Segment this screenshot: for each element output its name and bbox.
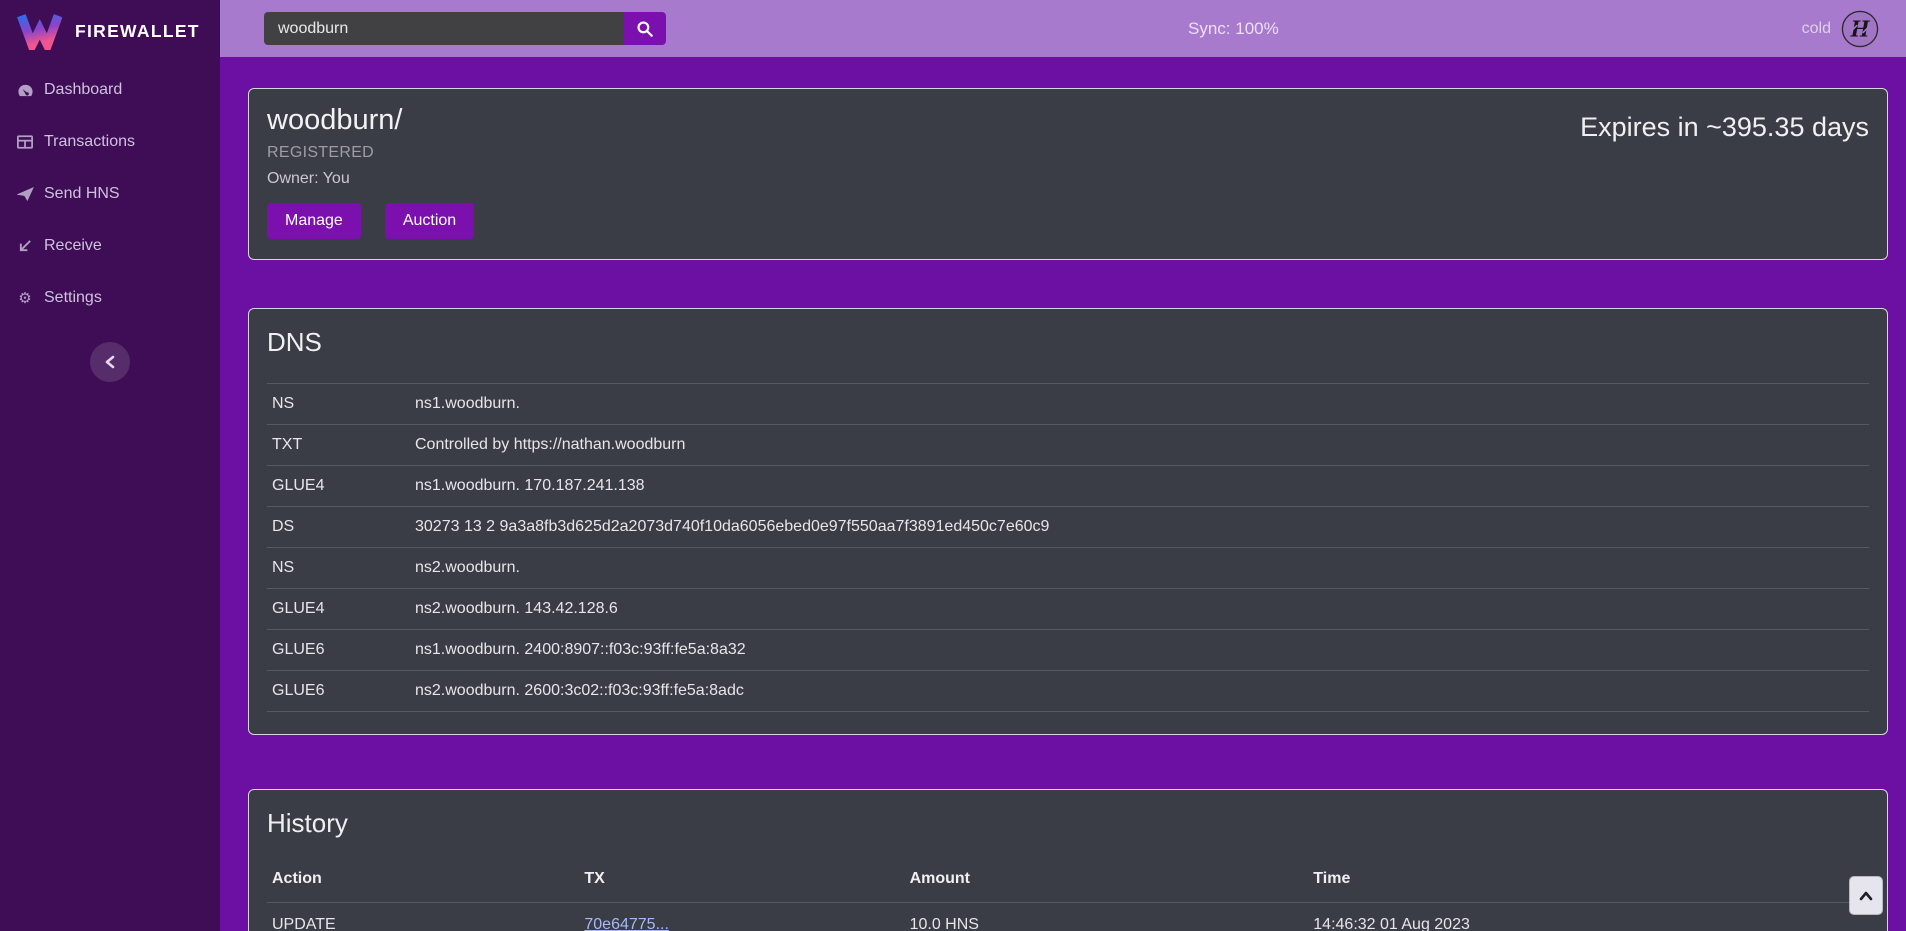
history-section-title: History	[267, 808, 1869, 839]
dns-record-type: GLUE6	[267, 671, 410, 712]
dns-record-type: NS	[267, 548, 410, 589]
dns-record-type: GLUE6	[267, 630, 410, 671]
chevron-left-icon	[104, 355, 116, 369]
dns-record-value: ns2.woodburn. 143.42.128.6	[410, 589, 1869, 630]
history-action: UPDATE	[267, 903, 579, 931]
sidebar-item-send-hns[interactable]: Send HNS	[0, 168, 220, 220]
history-amount: 10.0 HNS	[905, 903, 1309, 931]
history-col-amount: Amount	[905, 864, 1309, 903]
sidebar-item-transactions[interactable]: Transactions	[0, 116, 220, 168]
history-col-action: Action	[267, 864, 579, 903]
send-icon	[16, 186, 34, 202]
dns-record-value: ns2.woodburn.	[410, 548, 1869, 589]
dns-record-value: Controlled by https://nathan.woodburn	[410, 425, 1869, 466]
wallet-name: cold	[1802, 20, 1831, 38]
domain-owner: Owner: You	[267, 170, 474, 188]
transactions-icon	[16, 134, 34, 150]
sidebar-nav: Dashboard Transactions Send HNS	[0, 64, 220, 324]
history-row: UPDATE 70e64775... 10.0 HNS 14:46:32 01 …	[267, 903, 1869, 931]
manage-button[interactable]: Manage	[267, 203, 361, 239]
dns-record-row: GLUE6 ns1.woodburn. 2400:8907::f03c:93ff…	[267, 630, 1869, 671]
dns-record-value: ns1.woodburn. 170.187.241.138	[410, 466, 1869, 507]
search-button[interactable]	[624, 12, 666, 45]
dns-record-row: GLUE4 ns2.woodburn. 143.42.128.6	[267, 589, 1869, 630]
domain-title: woodburn/	[267, 104, 474, 137]
handshake-logo-icon[interactable]: H	[1841, 10, 1879, 48]
receive-icon	[16, 238, 34, 254]
dns-record-type: NS	[267, 384, 410, 425]
sidebar-item-settings[interactable]: ⚙ Settings	[0, 272, 220, 324]
search-group	[264, 12, 666, 45]
dns-record-type: DS	[267, 507, 410, 548]
caret-up-icon	[1859, 891, 1873, 901]
firewallet-logo-icon	[16, 12, 62, 50]
brand-name: FIREWALLET	[75, 21, 200, 42]
sidebar-item-label: Dashboard	[44, 81, 122, 99]
dns-record-row: GLUE4 ns1.woodburn. 170.187.241.138	[267, 466, 1869, 507]
dns-record-type: TXT	[267, 425, 410, 466]
history-card: History Action TX Amount Time UPDATE 70e…	[248, 789, 1888, 931]
dns-table: NS ns1.woodburn. TXT Controlled by https…	[267, 383, 1869, 712]
dns-card: DNS NS ns1.woodburn. TXT Controlled by h…	[248, 308, 1888, 735]
search-input[interactable]	[264, 12, 624, 45]
dns-record-type: GLUE4	[267, 589, 410, 630]
sidebar-item-receive[interactable]: Receive	[0, 220, 220, 272]
history-header-row: Action TX Amount Time	[267, 864, 1869, 903]
auction-button[interactable]: Auction	[385, 203, 474, 239]
dns-record-row: NS ns1.woodburn.	[267, 384, 1869, 425]
history-table: Action TX Amount Time UPDATE 70e64775...…	[267, 864, 1869, 931]
dns-record-type: GLUE4	[267, 466, 410, 507]
dns-section-title: DNS	[267, 327, 1869, 358]
dns-record-row: TXT Controlled by https://nathan.woodbur…	[267, 425, 1869, 466]
topbar: Sync: 100% cold H	[220, 0, 1906, 57]
dashboard-icon	[16, 82, 34, 98]
domain-info: woodburn/ REGISTERED Owner: You Manage A…	[267, 104, 474, 239]
tx-link[interactable]: 70e64775...	[584, 916, 669, 931]
sidebar-collapse-button[interactable]	[90, 342, 130, 382]
sidebar-item-dashboard[interactable]: Dashboard	[0, 64, 220, 116]
dns-record-value: ns1.woodburn. 2400:8907::f03c:93ff:fe5a:…	[410, 630, 1869, 671]
settings-icon: ⚙	[16, 290, 34, 306]
dns-record-row: DS 30273 13 2 9a3a8fb3d625d2a2073d740f10…	[267, 507, 1869, 548]
scroll-to-top-button[interactable]	[1849, 876, 1883, 915]
domain-card: woodburn/ REGISTERED Owner: You Manage A…	[248, 88, 1888, 260]
sidebar-item-label: Settings	[44, 289, 102, 307]
sidebar: FIREWALLET Dashboard Transactions	[0, 0, 220, 931]
sidebar-item-label: Transactions	[44, 133, 135, 151]
history-col-tx: TX	[579, 864, 904, 903]
dns-record-value: ns2.woodburn. 2600:3c02::f03c:93ff:fe5a:…	[410, 671, 1869, 712]
sync-status: Sync: 100%	[1188, 19, 1279, 39]
dns-record-value: 30273 13 2 9a3a8fb3d625d2a2073d740f10da6…	[410, 507, 1869, 548]
main-content: woodburn/ REGISTERED Owner: You Manage A…	[220, 57, 1906, 931]
domain-status: REGISTERED	[267, 144, 474, 162]
domain-expiry: Expires in ~395.35 days	[1580, 112, 1869, 143]
wallet-indicator: cold H	[1802, 10, 1879, 48]
dns-record-value: ns1.woodburn.	[410, 384, 1869, 425]
sidebar-item-label: Send HNS	[44, 185, 120, 203]
dns-record-row: NS ns2.woodburn.	[267, 548, 1869, 589]
dns-record-row: GLUE6 ns2.woodburn. 2600:3c02::f03c:93ff…	[267, 671, 1869, 712]
history-time: 14:46:32 01 Aug 2023	[1308, 903, 1869, 931]
sidebar-item-label: Receive	[44, 237, 102, 255]
brand: FIREWALLET	[0, 0, 220, 50]
search-icon	[636, 20, 654, 38]
history-col-time: Time	[1308, 864, 1869, 903]
